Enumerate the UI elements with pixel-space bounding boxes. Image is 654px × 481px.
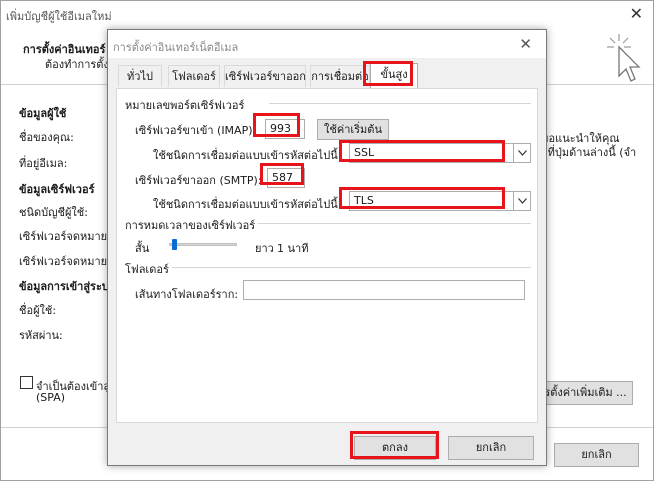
outgoing-port-field[interactable]: 587 xyxy=(267,168,305,188)
ok-button[interactable]: ตกลง xyxy=(354,436,436,460)
recommend-text-2: กที่ปุ่มด้านล่างนี้ (จำ xyxy=(541,146,637,159)
outgoing-server-label: เซิร์ฟเวอร์ขาออก (SMTP): xyxy=(135,174,262,187)
incoming-encryption-label: ใช้ชนิดการเชื่อมต่อแบบเข้ารหัสต่อไปนี้: xyxy=(153,149,342,162)
chevron-down-icon[interactable] xyxy=(513,144,530,162)
advanced-panel: หมายเลขพอร์ตเซิร์ฟเวอร์ เซิร์ฟเวอร์ขาเข้… xyxy=(116,88,538,423)
timeout-slider-thumb[interactable] xyxy=(172,239,178,250)
incoming-server-label: เซิร์ฟเวอร์ขาเข้า (IMAP): xyxy=(135,124,257,137)
email-address-label: ที่อยู่อีเมล: xyxy=(19,157,68,170)
timeout-short-label: สั้น xyxy=(135,242,150,255)
ports-group-title: หมายเลขพอร์ตเซิร์ฟเวอร์ xyxy=(125,96,248,114)
tab-general[interactable]: ทั่วไป xyxy=(118,65,162,87)
dialog-titlebar: การตั้งค่าอินเทอร์เน็ตอีเมล ✕ xyxy=(108,30,546,58)
background-window-title: เพิ่มบัญชีผู้ใช้อีเมลใหม่ xyxy=(6,10,112,23)
server-info-heading: ข้อมูลเซิร์ฟเวอร์ xyxy=(19,183,95,196)
user-name-label: ชื่อผู้ใช้: xyxy=(19,304,57,317)
use-defaults-button[interactable]: ใช้ค่าเริ่มต้น xyxy=(317,119,389,140)
background-cancel-button[interactable]: ยกเลิก xyxy=(554,443,639,467)
user-info-heading: ข้อมูลผู้ใช้ xyxy=(19,107,67,120)
spa-label-2: (SPA) xyxy=(36,391,66,404)
timeout-value: 1 นาที xyxy=(277,242,309,255)
timeout-group-title: การหมดเวลาของเซิร์ฟเวอร์ xyxy=(125,216,259,234)
timeout-long-label: ยาว xyxy=(255,242,274,255)
outgoing-encryption-label: ใช้ชนิดการเชื่อมต่อแบบเข้ารหัสต่อไปนี้: xyxy=(153,198,342,211)
dialog-close-icon[interactable]: ✕ xyxy=(519,35,532,53)
tab-advanced[interactable]: ขั้นสูง xyxy=(370,63,418,88)
incoming-encryption-select[interactable]: SSL xyxy=(349,143,531,163)
more-settings-button[interactable]: รตั้งค่าเพิ่มเติม ... xyxy=(538,381,633,405)
tab-outgoing-server[interactable]: เซิร์ฟเวอร์ขาออก xyxy=(224,65,306,87)
timeout-group-line xyxy=(257,223,531,224)
timeout-slider-track[interactable] xyxy=(169,243,237,246)
root-folder-field[interactable] xyxy=(243,280,525,300)
incoming-mail-server-label: เซิร์ฟเวอร์จดหมายข xyxy=(19,230,115,243)
chevron-down-icon[interactable] xyxy=(513,192,530,210)
ports-group-line xyxy=(269,103,531,104)
outgoing-encryption-select[interactable]: TLS xyxy=(349,191,531,211)
account-type-label: ชนิดบัญชีผู้ใช้: xyxy=(19,206,88,219)
your-name-label: ชื่อของคุณ: xyxy=(19,131,74,144)
root-folder-label: เส้นทางโฟลเดอร์ราก: xyxy=(135,288,239,301)
outgoing-encryption-value: TLS xyxy=(354,194,374,207)
folders-group-title: โฟลเดอร์ xyxy=(125,260,172,278)
internet-email-settings-dialog: การตั้งค่าอินเทอร์เน็ตอีเมล ✕ ทั่วไป โฟล… xyxy=(107,29,547,466)
outgoing-mail-server-label: เซิร์ฟเวอร์จดหมายข xyxy=(19,255,115,268)
password-label: รหัสผ่าน: xyxy=(19,329,63,342)
tab-folders[interactable]: โฟลเดอร์ xyxy=(168,65,220,87)
folders-group-line xyxy=(169,267,531,268)
background-close-icon[interactable]: ✕ xyxy=(630,4,643,23)
incoming-port-field[interactable]: 993 xyxy=(265,119,305,139)
logon-info-heading: ข้อมูลการเข้าสู่ระบ xyxy=(19,280,109,293)
incoming-encryption-value: SSL xyxy=(354,146,375,159)
background-titlebar: เพิ่มบัญชีผู้ใช้อีเมลใหม่ ✕ xyxy=(1,1,653,27)
wizard-cursor-icon xyxy=(607,34,641,82)
cancel-button[interactable]: ยกเลิก xyxy=(448,436,534,460)
background-header-subtitle: ต้องทำการตั้งค่ xyxy=(45,58,117,71)
tab-connection[interactable]: การเชื่อมต่อ xyxy=(310,65,370,87)
dialog-title: การตั้งค่าอินเทอร์เน็ตอีเมล xyxy=(113,41,239,54)
spa-checkbox[interactable] xyxy=(20,376,33,389)
